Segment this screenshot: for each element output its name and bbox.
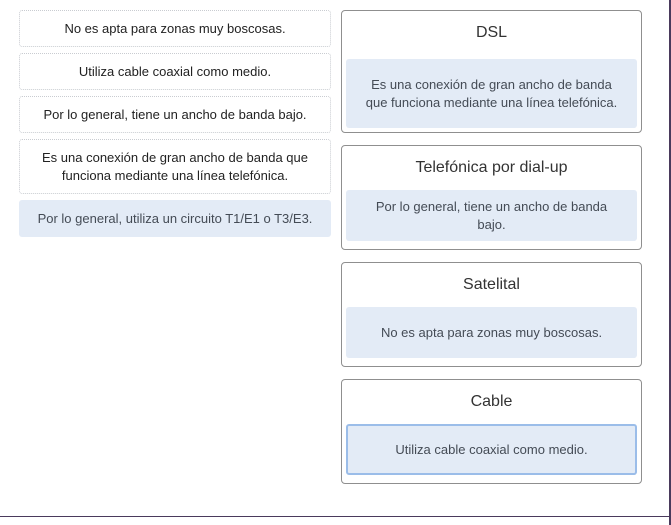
option-item[interactable]: Es una conexión de gran ancho de banda q… bbox=[19, 139, 331, 194]
drop-zone[interactable]: Por lo general, tiene un ancho de banda … bbox=[346, 190, 637, 241]
target-box-dialup: Telefónica por dial-up Por lo general, t… bbox=[341, 145, 642, 250]
target-title: DSL bbox=[475, 24, 508, 41]
target-box-dsl: DSL Es una conexión de gran ancho de ban… bbox=[341, 10, 642, 133]
option-item[interactable]: Por lo general, tiene un ancho de banda … bbox=[19, 96, 331, 133]
option-item[interactable]: No es apta para zonas muy boscosas. bbox=[19, 10, 331, 47]
target-title: Cable bbox=[470, 393, 513, 410]
drop-zone[interactable]: No es apta para zonas muy boscosas. bbox=[346, 307, 637, 358]
target-title: Satelital bbox=[463, 276, 520, 293]
frame-edge-bottom bbox=[0, 516, 671, 517]
target-box-satelital: Satelital No es apta para zonas muy bosc… bbox=[341, 262, 642, 367]
option-item-unplaced[interactable]: Por lo general, utiliza un circuito T1/E… bbox=[19, 200, 331, 237]
target-box-cable: Cable Utiliza cable coaxial como medio. bbox=[341, 379, 642, 484]
option-item[interactable]: Utiliza cable coaxial como medio. bbox=[19, 53, 331, 90]
targets-column: DSL Es una conexión de gran ancho de ban… bbox=[341, 10, 642, 496]
target-title: Telefónica por dial-up bbox=[415, 159, 568, 176]
drop-zone[interactable]: Es una conexión de gran ancho de banda q… bbox=[346, 59, 637, 128]
options-column: No es apta para zonas muy boscosas. Util… bbox=[19, 10, 331, 243]
drop-zone-selected[interactable]: Utiliza cable coaxial como medio. bbox=[346, 424, 637, 475]
matching-exercise: No es apta para zonas muy boscosas. Util… bbox=[0, 0, 671, 525]
